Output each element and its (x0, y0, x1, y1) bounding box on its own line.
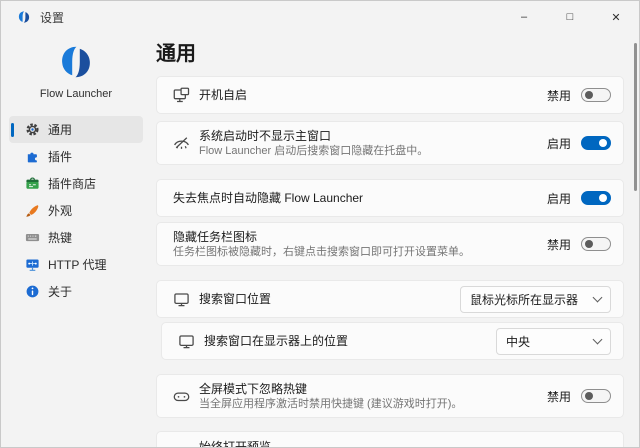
sidebar-item-label: HTTP 代理 (48, 256, 106, 273)
app-name: Flow Launcher (1, 88, 151, 100)
info-icon (25, 284, 40, 299)
sidebar-item-label: 通用 (48, 121, 72, 138)
ignore-hotkeys-fullscreen-toggle[interactable] (581, 389, 611, 403)
keyboard-icon (25, 230, 40, 245)
row-hide-taskbar-icon: 隐藏任务栏图标任务栏图标被隐藏时，右键点击搜索窗口即可打开设置菜单。 禁用 (156, 222, 624, 266)
sidebar-item-plugins[interactable]: 插件 (9, 143, 143, 170)
hide-taskbar-icon-toggle[interactable] (581, 237, 611, 251)
preview-icon (173, 446, 190, 448)
row-hide-when-focus-lost: 失去焦点时自动隐藏 Flow Launcher 启用 (156, 179, 624, 217)
sidebar-item-label: 外观 (48, 202, 72, 219)
proxy-icon (25, 257, 40, 272)
page-title: 通用 (156, 39, 624, 69)
row-start-on-boot: 开机自启 禁用 (156, 76, 624, 114)
row-title: 全屏模式下忽略热键 (199, 382, 462, 397)
store-icon (25, 176, 40, 191)
row-subtitle: Flow Launcher 启动后搜索窗口隐藏在托盘中。 (199, 145, 428, 158)
close-button[interactable]: ✕ (593, 1, 639, 33)
search-window-position-dropdown[interactable]: 鼠标光标所在显示器 (460, 286, 611, 313)
row-hide-on-startup: 系统启动时不显示主窗口Flow Launcher 启动后搜索窗口隐藏在托盘中。 启… (156, 121, 624, 165)
scrollbar[interactable] (632, 35, 639, 445)
toggle-state-label: 启用 (547, 135, 571, 152)
row-title: 系统启动时不显示主窗口 (199, 129, 428, 144)
row-title: 搜索窗口在显示器上的位置 (204, 334, 348, 349)
hide-on-startup-toggle[interactable] (581, 136, 611, 150)
settings-rows: 开机自启禁用系统启动时不显示主窗口Flow Launcher 启动后搜索窗口隐藏… (156, 76, 624, 447)
settings-window: 设置 –□✕ Flow Launcher 通用插件插件商店外观热键 HTTP 代理… (0, 0, 640, 448)
gear-icon (25, 122, 40, 137)
start-on-boot-toggle[interactable] (581, 88, 611, 102)
sidebar-item-label: 热键 (48, 229, 72, 246)
sidebar-item-label: 插件 (48, 148, 72, 165)
chevron-down-icon (593, 293, 603, 303)
row-always-preview: 始终打开预览Flow 启动时总是打开预览面板，按 F1 以切换预览禁用 (156, 431, 624, 447)
row-ignore-hotkeys-fullscreen: 全屏模式下忽略热键当全屏应用程序激活时禁用快捷键 (建议游戏时打开)。 禁用 (156, 374, 624, 418)
maximize-button[interactable]: □ (547, 1, 593, 33)
chevron-down-icon (593, 335, 603, 345)
gamepad-icon (173, 388, 190, 405)
sidebar-item-appearance[interactable]: 外观 (9, 197, 143, 224)
minimize-button[interactable]: – (501, 1, 547, 33)
search-window-screen-position-dropdown[interactable]: 中央 (496, 328, 611, 355)
row-title: 开机自启 (199, 88, 247, 103)
toggle-state-label: 禁用 (547, 388, 571, 405)
toggle-state-label: 启用 (547, 190, 571, 207)
sidebar: Flow Launcher 通用插件插件商店外观热键 HTTP 代理关于 (1, 33, 151, 447)
row-title: 失去焦点时自动隐藏 Flow Launcher (173, 191, 363, 206)
sidebar-item-label: 插件商店 (48, 175, 96, 192)
sidebar-item-label: 关于 (48, 283, 72, 300)
row-subtitle: 任务栏图标被隐藏时，右键点击搜索窗口即可打开设置菜单。 (173, 246, 470, 259)
sidebar-item-about[interactable]: 关于 (9, 278, 143, 305)
dropdown-value: 鼠标光标所在显示器 (470, 291, 578, 308)
active-indicator (11, 123, 14, 137)
row-title: 始终打开预览 (199, 440, 442, 448)
puzzle-icon (25, 149, 40, 164)
row-search-window-screen-position: 搜索窗口在显示器上的位置 中央 (161, 322, 624, 360)
toggle-knob (599, 194, 607, 202)
startup-monitor-icon (173, 87, 190, 104)
flow-launcher-logo (57, 43, 95, 81)
row-title: 隐藏任务栏图标 (173, 230, 470, 245)
titlebar: 设置 –□✕ (1, 1, 639, 33)
brush-icon (25, 203, 40, 218)
toggle-state-label: 禁用 (547, 236, 571, 253)
monitor-icon (178, 333, 195, 350)
sidebar-item-plugin-store[interactable]: 插件商店 (9, 170, 143, 197)
toggle-knob (585, 240, 593, 248)
row-subtitle: 当全屏应用程序激活时禁用快捷键 (建议游戏时打开)。 (199, 398, 462, 411)
dropdown-value: 中央 (506, 333, 530, 350)
window-title: 设置 (40, 9, 64, 26)
toggle-knob (585, 392, 593, 400)
sidebar-nav: 通用插件插件商店外观热键 HTTP 代理关于 (1, 116, 151, 305)
sidebar-item-http-proxy[interactable]: HTTP 代理 (9, 251, 143, 278)
row-search-window-position: 搜索窗口位置 鼠标光标所在显示器 (156, 280, 624, 318)
toggle-knob (599, 139, 607, 147)
app-logo-icon (17, 10, 31, 24)
row-title: 搜索窗口位置 (199, 292, 271, 307)
toggle-state-label: 禁用 (547, 446, 571, 448)
scrollbar-thumb[interactable] (634, 43, 637, 191)
sidebar-item-hotkeys[interactable]: 热键 (9, 224, 143, 251)
monitor-icon (173, 291, 190, 308)
toggle-knob (585, 91, 593, 99)
settings-content: 通用 开机自启禁用系统启动时不显示主窗口Flow Launcher 启动后搜索窗… (151, 33, 639, 447)
hide-when-focus-lost-toggle[interactable] (581, 191, 611, 205)
eye-slash-icon (173, 135, 190, 152)
sidebar-item-general[interactable]: 通用 (9, 116, 143, 143)
window-controls: –□✕ (501, 1, 639, 33)
toggle-state-label: 禁用 (547, 87, 571, 104)
